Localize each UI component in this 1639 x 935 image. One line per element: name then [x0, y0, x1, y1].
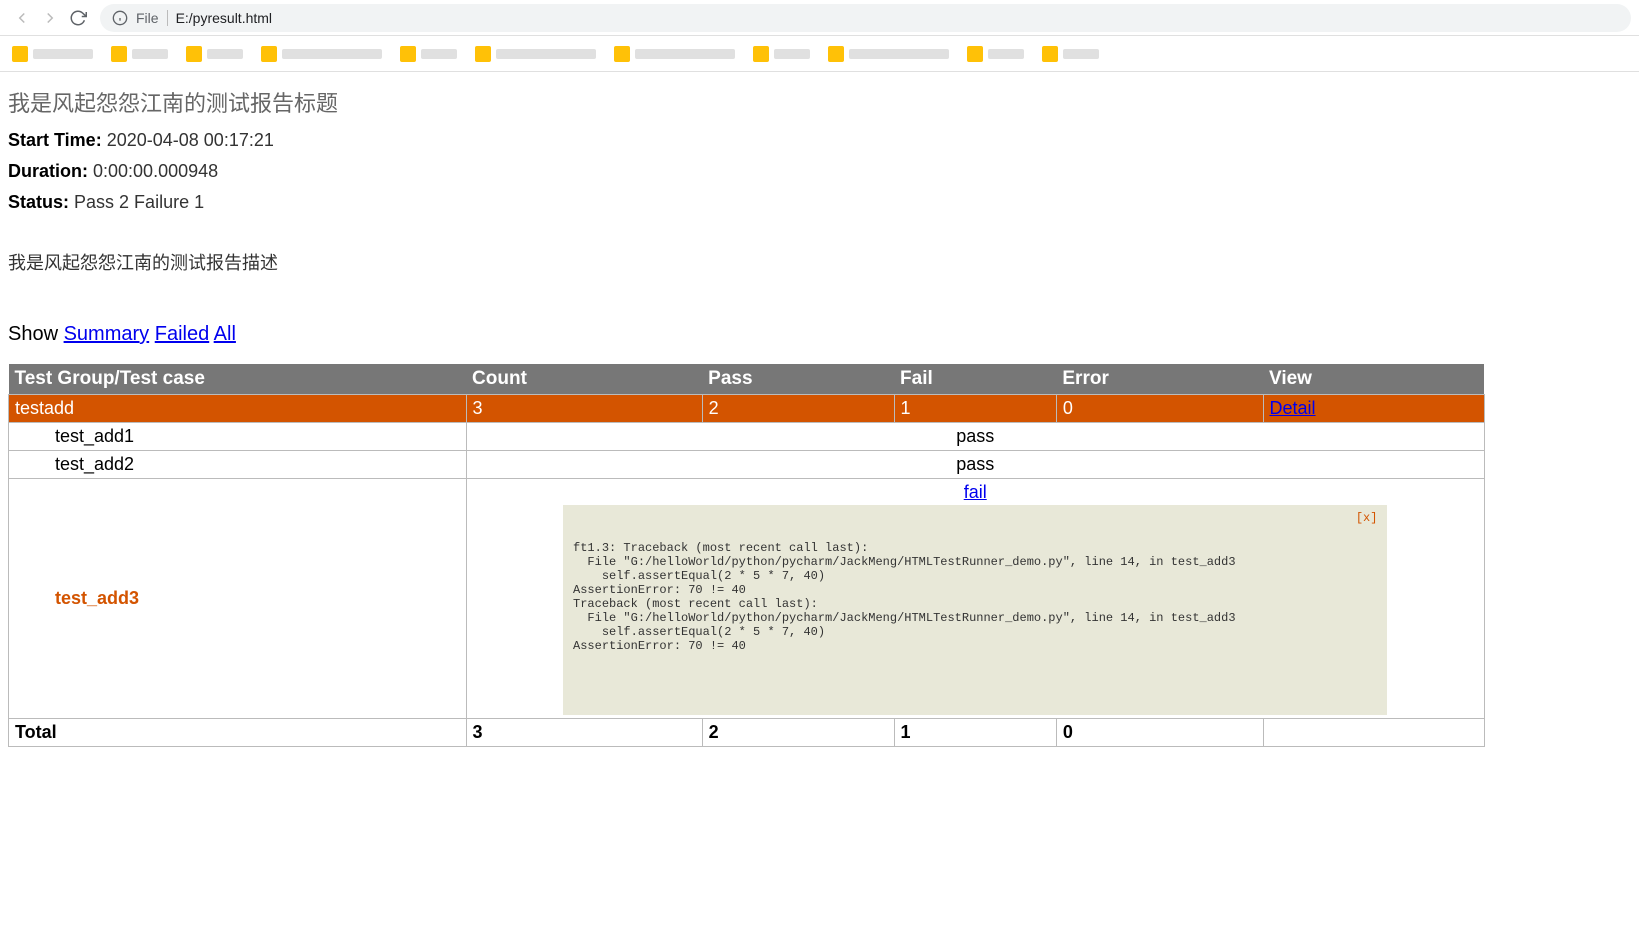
bookmark-item[interactable]	[400, 46, 457, 62]
th-pass: Pass	[702, 364, 894, 395]
bookmark-label	[1063, 49, 1099, 59]
traceback-text: ft1.3: Traceback (most recent call last)…	[573, 541, 1236, 653]
bookmark-item[interactable]	[186, 46, 243, 62]
total-error: 0	[1056, 719, 1263, 747]
folder-icon	[261, 46, 277, 62]
report-description: 我是风起怨怨江南的测试报告描述	[8, 249, 1631, 275]
page-title: 我是风起怨怨江南的测试报告标题	[8, 86, 1631, 118]
th-testcase: Test Group/Test case	[9, 364, 467, 395]
group-count: 3	[466, 395, 702, 423]
group-detail-link[interactable]: Detail	[1270, 398, 1316, 418]
duration-label: Duration:	[8, 161, 88, 181]
group-pass: 2	[702, 395, 894, 423]
duration-value: 0:00:00.000948	[93, 161, 218, 181]
bookmark-label	[33, 49, 93, 59]
start-time-value: 2020-04-08 00:17:21	[107, 130, 274, 150]
test-name: test_add3	[15, 588, 139, 609]
group-name: testadd	[9, 395, 467, 423]
group-fail: 1	[894, 395, 1056, 423]
group-error: 0	[1056, 395, 1263, 423]
th-view: View	[1263, 364, 1484, 395]
th-error: Error	[1056, 364, 1263, 395]
bookmark-bar	[0, 36, 1639, 72]
traceback-box: [x] ft1.3: Traceback (most recent call la…	[563, 505, 1387, 715]
fail-result-link[interactable]: fail	[964, 482, 987, 502]
bookmark-label	[988, 49, 1024, 59]
status-line: Status: Pass 2 Failure 1	[8, 192, 1631, 213]
url-scheme-label: File	[136, 10, 168, 26]
address-bar[interactable]: File E:/pyresult.html	[100, 4, 1631, 32]
group-row: testadd 3 2 1 0 Detail	[9, 395, 1485, 423]
bookmark-label	[132, 49, 168, 59]
bookmark-label	[207, 49, 243, 59]
bookmark-label	[421, 49, 457, 59]
bookmark-item[interactable]	[12, 46, 93, 62]
close-icon[interactable]: [x]	[1356, 511, 1378, 525]
filter-summary-link[interactable]: Summary	[64, 323, 150, 345]
folder-icon	[828, 46, 844, 62]
table-row-fail: test_add3 fail [x] ft1.3: Traceback (most…	[9, 479, 1485, 719]
filter-line: Show Summary Failed All	[8, 323, 1631, 346]
total-view	[1263, 719, 1484, 747]
bookmark-label	[282, 49, 382, 59]
table-row: test_add2 pass	[9, 451, 1485, 479]
bookmark-item[interactable]	[828, 46, 949, 62]
table-header-row: Test Group/Test case Count Pass Fail Err…	[9, 364, 1485, 395]
bookmark-item[interactable]	[261, 46, 382, 62]
browser-toolbar: File E:/pyresult.html	[0, 0, 1639, 36]
folder-icon	[1042, 46, 1058, 62]
th-fail: Fail	[894, 364, 1056, 395]
bookmark-item[interactable]	[1042, 46, 1099, 62]
bookmark-item[interactable]	[614, 46, 735, 62]
nav-reload-button[interactable]	[64, 4, 92, 32]
bookmark-item[interactable]	[475, 46, 596, 62]
folder-icon	[12, 46, 28, 62]
bookmark-item[interactable]	[111, 46, 168, 62]
test-result: pass	[956, 454, 994, 474]
folder-icon	[967, 46, 983, 62]
result-table: Test Group/Test case Count Pass Fail Err…	[8, 364, 1485, 747]
folder-icon	[475, 46, 491, 62]
th-count: Count	[466, 364, 702, 395]
bookmark-label	[635, 49, 735, 59]
test-result: pass	[956, 426, 994, 446]
folder-icon	[186, 46, 202, 62]
total-count: 3	[466, 719, 702, 747]
bookmark-item[interactable]	[967, 46, 1024, 62]
status-label: Status:	[8, 192, 69, 212]
bookmark-label	[849, 49, 949, 59]
total-pass: 2	[702, 719, 894, 747]
filter-all-link[interactable]: All	[214, 323, 236, 345]
start-time-line: Start Time: 2020-04-08 00:17:21	[8, 130, 1631, 151]
test-name: test_add1	[15, 426, 134, 447]
url-text: E:/pyresult.html	[176, 10, 272, 26]
info-icon	[112, 10, 128, 26]
filter-failed-link[interactable]: Failed	[155, 323, 209, 345]
folder-icon	[111, 46, 127, 62]
folder-icon	[400, 46, 416, 62]
folder-icon	[753, 46, 769, 62]
total-label: Total	[9, 719, 467, 747]
bookmark-label	[496, 49, 596, 59]
page-content: 我是风起怨怨江南的测试报告标题 Start Time: 2020-04-08 0…	[0, 72, 1639, 755]
duration-line: Duration: 0:00:00.000948	[8, 161, 1631, 182]
start-time-label: Start Time:	[8, 130, 102, 150]
status-value: Pass 2 Failure 1	[74, 192, 204, 212]
table-row: test_add1 pass	[9, 423, 1485, 451]
test-name: test_add2	[15, 454, 134, 475]
bookmark-label	[774, 49, 810, 59]
bookmark-item[interactable]	[753, 46, 810, 62]
nav-forward-button[interactable]	[36, 4, 64, 32]
total-fail: 1	[894, 719, 1056, 747]
nav-back-button[interactable]	[8, 4, 36, 32]
total-row: Total 3 2 1 0	[9, 719, 1485, 747]
folder-icon	[614, 46, 630, 62]
show-label: Show	[8, 323, 58, 345]
